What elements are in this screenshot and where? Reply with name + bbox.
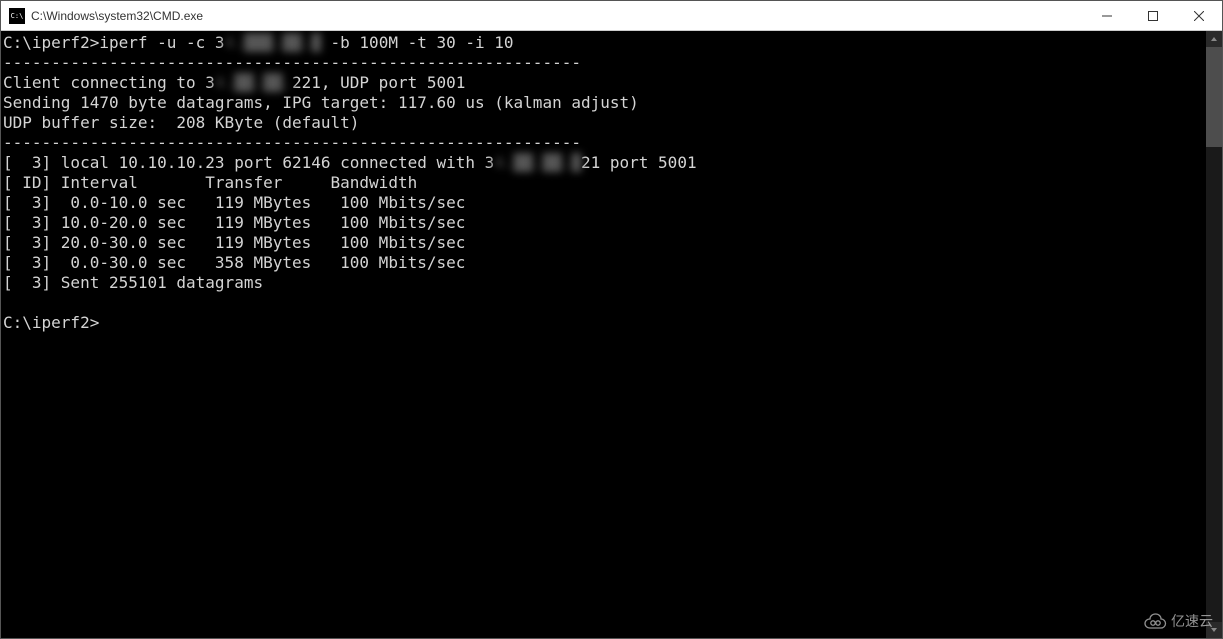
table-row: [ 3] 0.0-10.0 sec 119 MBytes 100 Mbits/s… (3, 193, 465, 212)
command-text: -b 100M -t 30 -i 10 (321, 33, 514, 52)
redacted-ip: 4.██.██.█ (494, 153, 581, 173)
command-text: iperf -u -c 3 (99, 33, 224, 52)
terminal-output[interactable]: C:\iperf2>iperf -u -c 34.███.██.█ -b 100… (1, 31, 1206, 638)
close-button[interactable] (1176, 1, 1222, 30)
cmd-window: C:\ C:\Windows\system32\CMD.exe C:\iperf… (0, 0, 1223, 639)
scroll-thumb[interactable] (1206, 47, 1222, 147)
redacted-ip: 4.███.██.█ (225, 33, 321, 53)
divider-line: ----------------------------------------… (3, 53, 581, 72)
vertical-scrollbar[interactable] (1206, 31, 1222, 638)
output-line: [ 3] Sent 255101 datagrams (3, 273, 263, 292)
window-controls (1084, 1, 1222, 30)
prompt: C:\iperf2> (3, 313, 99, 332)
prompt: C:\iperf2> (3, 33, 99, 52)
redacted-ip: 4.██.██. (215, 73, 292, 93)
output-line: Client connecting to 3 (3, 73, 215, 92)
terminal-area: C:\iperf2>iperf -u -c 34.███.██.█ -b 100… (1, 31, 1222, 638)
output-line: [ 3] local 10.10.10.23 port 62146 connec… (3, 153, 494, 172)
scroll-track[interactable] (1206, 47, 1222, 622)
scroll-up-arrow[interactable] (1206, 31, 1222, 47)
table-row: [ 3] 0.0-30.0 sec 358 MBytes 100 Mbits/s… (3, 253, 465, 272)
window-title: C:\Windows\system32\CMD.exe (31, 9, 1084, 23)
output-line: 221, UDP port 5001 (292, 73, 465, 92)
cmd-icon: C:\ (9, 8, 25, 24)
minimize-button[interactable] (1084, 1, 1130, 30)
output-line: 21 port 5001 (581, 153, 697, 172)
cloud-icon (1141, 612, 1167, 630)
table-header: [ ID] Interval Transfer Bandwidth (3, 173, 417, 192)
divider-line: ----------------------------------------… (3, 133, 581, 152)
table-row: [ 3] 10.0-20.0 sec 119 MBytes 100 Mbits/… (3, 213, 465, 232)
watermark: 亿速云 (1141, 611, 1213, 631)
maximize-button[interactable] (1130, 1, 1176, 30)
table-row: [ 3] 20.0-30.0 sec 119 MBytes 100 Mbits/… (3, 233, 465, 252)
titlebar[interactable]: C:\ C:\Windows\system32\CMD.exe (1, 1, 1222, 31)
output-line: UDP buffer size: 208 KByte (default) (3, 113, 359, 132)
watermark-text: 亿速云 (1171, 611, 1213, 631)
output-line: Sending 1470 byte datagrams, IPG target:… (3, 93, 639, 112)
